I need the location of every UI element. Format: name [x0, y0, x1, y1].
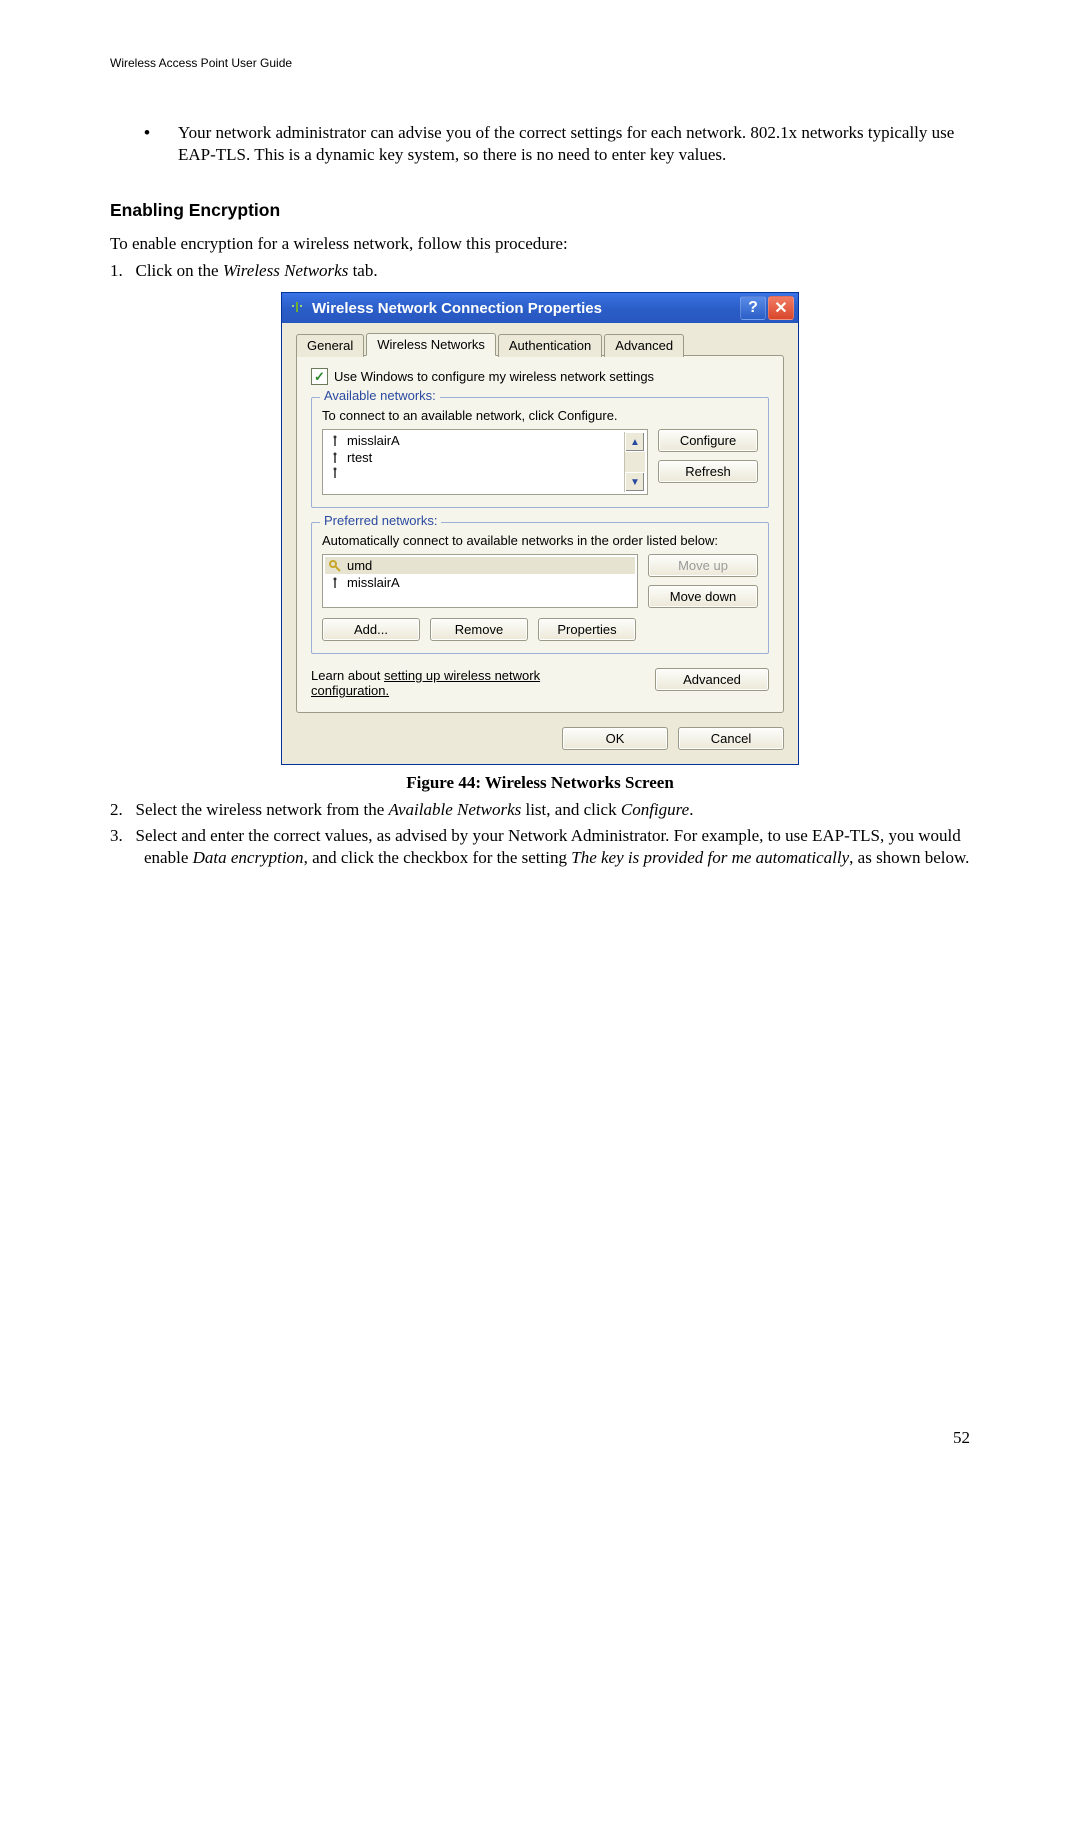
preferred-listbox[interactable]: umd misslairA — [322, 554, 638, 608]
step-number: 2. — [110, 800, 123, 819]
configure-button[interactable]: Configure — [658, 429, 758, 452]
remove-button[interactable]: Remove — [430, 618, 528, 641]
figure-wireless-networks: Wireless Network Connection Properties ?… — [281, 292, 799, 765]
group-preferred-networks: Preferred networks: Automatically connec… — [311, 522, 769, 654]
move-down-button[interactable]: Move down — [648, 585, 758, 608]
tab-authentication[interactable]: Authentication — [498, 334, 602, 357]
available-desc: To connect to an available network, clic… — [322, 408, 758, 423]
titlebar: Wireless Network Connection Properties ?… — [282, 293, 798, 323]
antenna-icon — [329, 577, 341, 589]
available-listbox[interactable]: misslairA rtest — [322, 429, 648, 495]
list-item[interactable]: misslairA — [325, 432, 624, 449]
running-header: Wireless Access Point User Guide — [110, 56, 970, 70]
page-number: 52 — [110, 1428, 970, 1448]
properties-button[interactable]: Properties — [538, 618, 636, 641]
scrollbar[interactable]: ▲ ▼ — [624, 432, 645, 492]
group-label-preferred: Preferred networks: — [320, 513, 441, 528]
group-label-available: Available networks: — [320, 388, 440, 403]
bullet-text: Your network administrator can advise yo… — [178, 123, 954, 164]
learn-about-text: Learn about setting up wireless network … — [311, 668, 540, 698]
group-available-networks: Available networks: To connect to an ava… — [311, 397, 769, 508]
list-item[interactable]: misslairA — [325, 574, 635, 591]
intro-text: To enable encryption for a wireless netw… — [110, 233, 970, 255]
bullet-marker: • — [144, 122, 178, 144]
help-button[interactable]: ? — [740, 296, 766, 320]
ok-button[interactable]: OK — [562, 727, 668, 750]
step-3: 3. Select and enter the correct values, … — [110, 825, 970, 869]
section-heading: Enabling Encryption — [110, 200, 970, 221]
refresh-button[interactable]: Refresh — [658, 460, 758, 483]
cancel-button[interactable]: Cancel — [678, 727, 784, 750]
tab-general[interactable]: General — [296, 334, 364, 357]
scroll-down-icon[interactable]: ▼ — [625, 472, 645, 492]
move-up-button[interactable]: Move up — [648, 554, 758, 577]
xp-dialog: Wireless Network Connection Properties ?… — [281, 292, 799, 765]
preferred-desc: Automatically connect to available netwo… — [322, 533, 758, 548]
list-item[interactable]: rtest — [325, 449, 624, 466]
wireless-icon — [288, 299, 306, 317]
step-1: 1. Click on the Wireless Networks tab. — [110, 260, 970, 282]
learn-link[interactable]: setting up wireless network — [384, 668, 540, 683]
key-icon — [329, 560, 341, 572]
step-number: 3. — [110, 826, 123, 845]
list-item[interactable] — [325, 466, 624, 480]
dialog-title: Wireless Network Connection Properties — [312, 300, 738, 317]
scroll-up-icon[interactable]: ▲ — [625, 432, 645, 452]
bullet-item: •Your network administrator can advise y… — [144, 122, 970, 166]
learn-link[interactable]: configuration. — [311, 683, 389, 698]
antenna-icon — [329, 467, 341, 479]
use-windows-label: Use Windows to configure my wireless net… — [334, 369, 654, 384]
list-item[interactable]: umd — [325, 557, 635, 574]
tab-advanced[interactable]: Advanced — [604, 334, 684, 357]
tab-wireless-networks[interactable]: Wireless Networks — [366, 333, 496, 356]
advanced-button[interactable]: Advanced — [655, 668, 769, 691]
step-2: 2. Select the wireless network from the … — [110, 799, 970, 821]
tab-strip: General Wireless Networks Authentication… — [296, 333, 784, 356]
antenna-icon — [329, 452, 341, 464]
use-windows-checkbox[interactable]: ✓ — [311, 368, 328, 385]
add-button[interactable]: Add... — [322, 618, 420, 641]
close-button[interactable]: ✕ — [768, 296, 794, 320]
antenna-icon — [329, 435, 341, 447]
figure-caption: Figure 44: Wireless Networks Screen — [110, 773, 970, 793]
step-number: 1. — [110, 261, 123, 280]
